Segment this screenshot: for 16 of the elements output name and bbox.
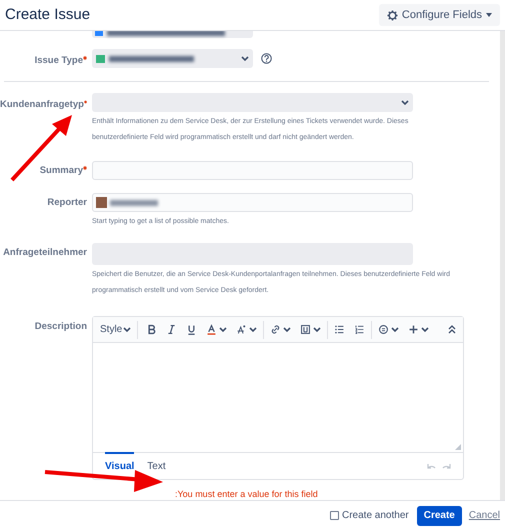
- field-label: Kundenanfragetyp: [0, 98, 84, 112]
- error-message: :You must enter a value for this field: [174, 488, 319, 500]
- rich-text-editor[interactable]: Style Visual Text: [92, 316, 464, 480]
- field-label: Issue Type: [34, 54, 83, 68]
- field-label: Summary: [40, 164, 83, 178]
- editor-tab[interactable]: Text: [147, 452, 166, 474]
- cancel-link[interactable]: Cancel: [468, 508, 500, 523]
- field-label: Anfrageteilnehmer: [3, 246, 87, 260]
- create-button[interactable]: Create: [416, 506, 462, 526]
- field-label: Reporter: [47, 196, 87, 210]
- create-another-checkbox[interactable]: Create another: [330, 508, 409, 523]
- style-dropdown[interactable]: Style: [100, 320, 138, 339]
- dialog-title: Create Issue: [5, 4, 90, 25]
- configure-fields-button[interactable]: Configure Fields: [378, 4, 500, 26]
- editor-tab[interactable]: Visual: [105, 452, 134, 474]
- field-label: Description: [34, 320, 87, 334]
